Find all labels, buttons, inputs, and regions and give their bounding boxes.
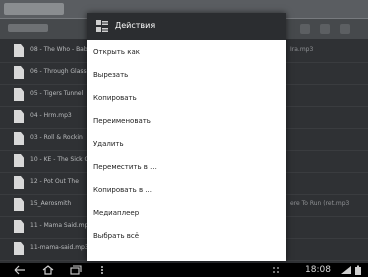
menu-item-media-player[interactable]: Медиаплеер <box>87 203 286 225</box>
system-nav-bar: 18:08 <box>0 263 368 277</box>
window-tab[interactable] <box>4 3 64 15</box>
menu-item-label: Медиаплеер <box>93 209 140 217</box>
app-screen: 08 - The Who - Baba Ira.mp3 06 - Through… <box>0 0 368 277</box>
file-icon <box>14 176 24 189</box>
home-icon[interactable] <box>42 265 54 275</box>
menu-item-rename[interactable]: Переименовать <box>87 111 286 133</box>
back-icon[interactable] <box>14 265 26 275</box>
menu-item-select-all[interactable]: Выбрать всё <box>87 226 286 248</box>
file-name: 12 - Pot Out The <box>30 178 79 185</box>
menu-item-label: Копировать <box>93 94 137 102</box>
toolbar-button-1[interactable] <box>300 24 310 34</box>
recent-apps-icon[interactable] <box>70 265 82 275</box>
file-name: 11-mama-said.mp3 <box>30 244 89 251</box>
menu-item-copy-to[interactable]: Копировать в ... <box>87 180 286 202</box>
file-icon <box>14 220 24 233</box>
file-name-tail: ere To Run (ret.mp3 <box>290 200 350 207</box>
file-name: 06 - Through Glass <box>30 68 87 75</box>
file-icon <box>14 88 24 101</box>
file-name: 08 - The Who - Baba <box>30 46 92 53</box>
file-name: 10 - KE - The Sick C <box>30 156 89 163</box>
file-icon <box>14 242 24 255</box>
file-name: 04 - Hrm.mp3 <box>30 112 72 119</box>
menu-item-cut[interactable]: Вырезать <box>87 65 286 87</box>
menu-item-open-as[interactable]: Открыть как <box>87 42 286 64</box>
menu-list-icon <box>96 20 108 32</box>
menu-item-label: Переместить в ... <box>93 163 157 171</box>
path-breadcrumb[interactable] <box>8 24 48 32</box>
overflow-menu-icon[interactable] <box>100 265 104 275</box>
file-name: 05 - Tigers Tunnel <box>30 90 84 97</box>
menu-item-label: Вырезать <box>93 71 129 79</box>
file-icon <box>14 44 24 57</box>
battery-icon <box>355 265 361 275</box>
context-menu-title: Действия <box>115 21 156 30</box>
notification-icon[interactable] <box>272 265 280 275</box>
menu-item-label: Открыть как <box>93 48 140 56</box>
file-icon <box>14 132 24 145</box>
context-menu: Действия Открыть как Вырезать Копировать… <box>87 13 286 261</box>
context-menu-header: Действия <box>87 13 286 40</box>
menu-item-move-to[interactable]: Переместить в ... <box>87 157 286 179</box>
file-icon <box>14 198 24 211</box>
menu-item-label: Копировать в ... <box>93 186 152 194</box>
menu-item-copy[interactable]: Копировать <box>87 88 286 110</box>
file-name: 11 - Mama Said.mp3 <box>30 222 93 229</box>
toolbar-button-3[interactable] <box>340 24 350 34</box>
file-name: 03 - Roll & Rockin <box>30 134 83 141</box>
file-name-tail: Ira.mp3 <box>290 46 314 53</box>
status-clock: 18:08 <box>305 265 331 275</box>
wifi-icon <box>341 266 351 274</box>
file-icon <box>14 110 24 123</box>
menu-item-label: Удалить <box>93 140 124 148</box>
file-icon <box>14 154 24 167</box>
file-name: 15_Aerosmith <box>30 200 72 207</box>
toolbar-button-2[interactable] <box>320 24 330 34</box>
menu-item-label: Переименовать <box>93 117 151 125</box>
file-icon <box>14 66 24 79</box>
menu-item-label: Выбрать всё <box>93 232 140 240</box>
menu-item-delete[interactable]: Удалить <box>87 134 286 156</box>
